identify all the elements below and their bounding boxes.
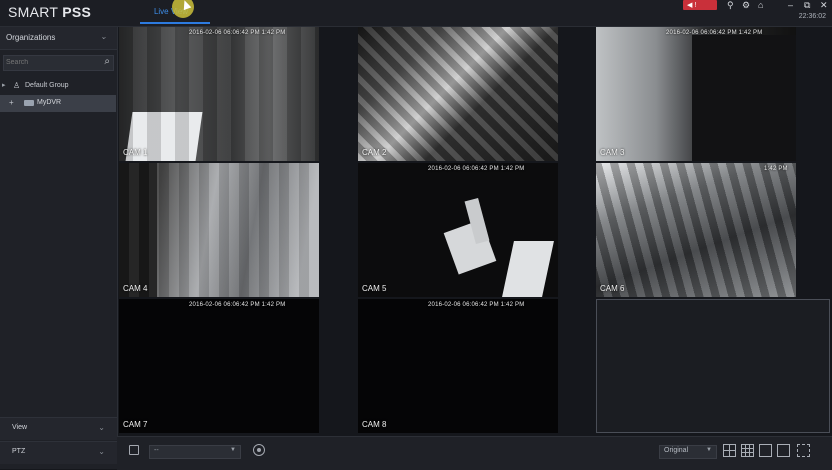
scene-texture xyxy=(358,27,558,161)
camera-osd: 2016-02-06 06:06:42 PM 1:42 PM xyxy=(428,302,525,308)
display-ratio-value: Original xyxy=(664,447,689,454)
camera-label: CAM 6 xyxy=(600,284,625,293)
camera-osd: 2016-02-06 06:06:42 PM 1:42 PM xyxy=(428,166,525,172)
expand-plus-icon[interactable]: + xyxy=(9,98,14,107)
restore-icon[interactable]: ⧉ xyxy=(804,0,810,11)
title-bar: SMART PSS Live View ◀ ! ⚲ ⚙ ⌂ – ⧉ ✕ 22:3… xyxy=(0,0,832,27)
organizations-header[interactable]: Organizations ⌄ xyxy=(0,27,117,50)
scene-texture xyxy=(596,163,796,297)
app-logo: SMART PSS xyxy=(8,4,91,20)
chevron-down-icon: ⌄ xyxy=(98,447,105,456)
display-ratio-select[interactable]: Original ▼ xyxy=(659,445,717,459)
camera-label: CAM 4 xyxy=(123,284,148,293)
video-tile[interactable]: 2016-02-06 06:06:42 PM 1:42 PM CAM 8 xyxy=(358,299,558,433)
close-icon[interactable]: ✕ xyxy=(820,0,828,11)
camera-osd: 2016-02-06 06:06:42 PM 1:42 PM xyxy=(666,30,763,36)
logo-prefix: SMART xyxy=(8,4,63,20)
camera-label: CAM 1 xyxy=(123,148,148,157)
active-tab-indicator xyxy=(140,22,210,24)
expand-triangle-icon[interactable]: ▸ xyxy=(2,81,6,89)
camera-osd: 2016-02-06 06:06:42 PM 1:42 PM xyxy=(189,30,286,36)
preset-value: -- xyxy=(154,447,159,454)
camera-label: CAM 7 xyxy=(123,420,148,429)
lock-icon[interactable]: ⌂ xyxy=(758,0,763,10)
clock: 22:36:02 xyxy=(798,13,826,20)
ptz-panel-header[interactable]: PTZ ⌄ xyxy=(0,441,117,464)
video-tile[interactable]: CAM 2 xyxy=(358,27,558,161)
scene-texture xyxy=(119,163,319,297)
alarm-icon: ◀ ! xyxy=(687,2,697,9)
dropdown-arrow-icon: ▼ xyxy=(706,447,712,453)
tree-item-device[interactable]: + MyDVR xyxy=(0,95,116,112)
logo-bold: PSS xyxy=(62,4,92,20)
fullscreen-icon[interactable] xyxy=(797,444,810,457)
record-icon[interactable] xyxy=(129,445,139,455)
edit-layout-icon[interactable] xyxy=(777,444,790,457)
user-icon[interactable]: ⚲ xyxy=(727,0,734,11)
video-tile[interactable]: 2016-02-06 06:06:42 PM 1:42 PM CAM 7 xyxy=(119,299,319,433)
scene-object xyxy=(692,35,796,161)
ptz-label: PTZ xyxy=(12,448,26,455)
view-label: View xyxy=(12,424,28,431)
camera-label: CAM 8 xyxy=(362,420,387,429)
camera-label: CAM 5 xyxy=(362,284,387,293)
video-tile[interactable]: 1:42 PM CAM 6 xyxy=(596,163,796,297)
dvr-icon xyxy=(24,100,34,106)
play-icon[interactable] xyxy=(253,444,265,456)
dropdown-arrow-icon: ▼ xyxy=(230,447,236,453)
empty-video-tile[interactable] xyxy=(596,299,830,433)
bottom-toolbar: -- ▼ Original ▼ xyxy=(117,436,832,470)
camera-osd: 2016-02-06 06:06:42 PM 1:42 PM xyxy=(189,302,286,308)
organizations-label: Organizations xyxy=(6,33,56,42)
scene-object xyxy=(502,241,554,297)
group-label: Default Group xyxy=(25,82,69,89)
video-tile[interactable]: CAM 4 xyxy=(119,163,319,297)
video-tile[interactable]: 2016-02-06 06:06:42 PM 1:42 PM CAM 5 xyxy=(358,163,558,297)
preset-select[interactable]: -- ▼ xyxy=(149,445,241,459)
view-panel-header[interactable]: View ⌄ xyxy=(0,417,117,440)
chevron-down-icon: ⌄ xyxy=(100,32,107,41)
group-icon: ♙ xyxy=(13,81,21,90)
search-input[interactable] xyxy=(6,57,94,68)
sidebar: Organizations ⌄ ⌕ ▸ ♙ Default Group + My… xyxy=(0,27,118,469)
tab-live-view[interactable]: Live View xyxy=(132,4,210,20)
scene-texture xyxy=(119,27,319,161)
alarm-button[interactable]: ◀ ! xyxy=(683,0,717,10)
camera-osd: 1:42 PM xyxy=(764,166,788,172)
camera-label: CAM 3 xyxy=(600,148,625,157)
layout-custom-icon[interactable] xyxy=(759,444,772,457)
layout-4-icon[interactable] xyxy=(723,444,736,457)
device-label: MyDVR xyxy=(37,99,62,106)
settings-icon[interactable]: ⚙ xyxy=(742,0,750,11)
video-tile[interactable]: 2016-02-06 06:06:42 PM 1:42 PM CAM 3 xyxy=(596,27,796,161)
layout-9-icon[interactable] xyxy=(741,444,754,457)
camera-label: CAM 2 xyxy=(362,148,387,157)
video-tile[interactable]: 2016-02-06 06:06:42 PM 1:42 PM CAM 1 xyxy=(119,27,319,161)
tree-item-default-group[interactable]: ▸ ♙ Default Group xyxy=(2,80,115,94)
minimize-icon[interactable]: – xyxy=(788,0,793,10)
chevron-down-icon: ⌄ xyxy=(98,423,105,432)
search-icon[interactable]: ⌕ xyxy=(104,56,110,67)
scene-object xyxy=(443,219,497,275)
device-search[interactable]: ⌕ xyxy=(3,55,114,71)
video-grid: 2016-02-06 06:06:42 PM 1:42 PM CAM 1 CAM… xyxy=(119,27,831,435)
